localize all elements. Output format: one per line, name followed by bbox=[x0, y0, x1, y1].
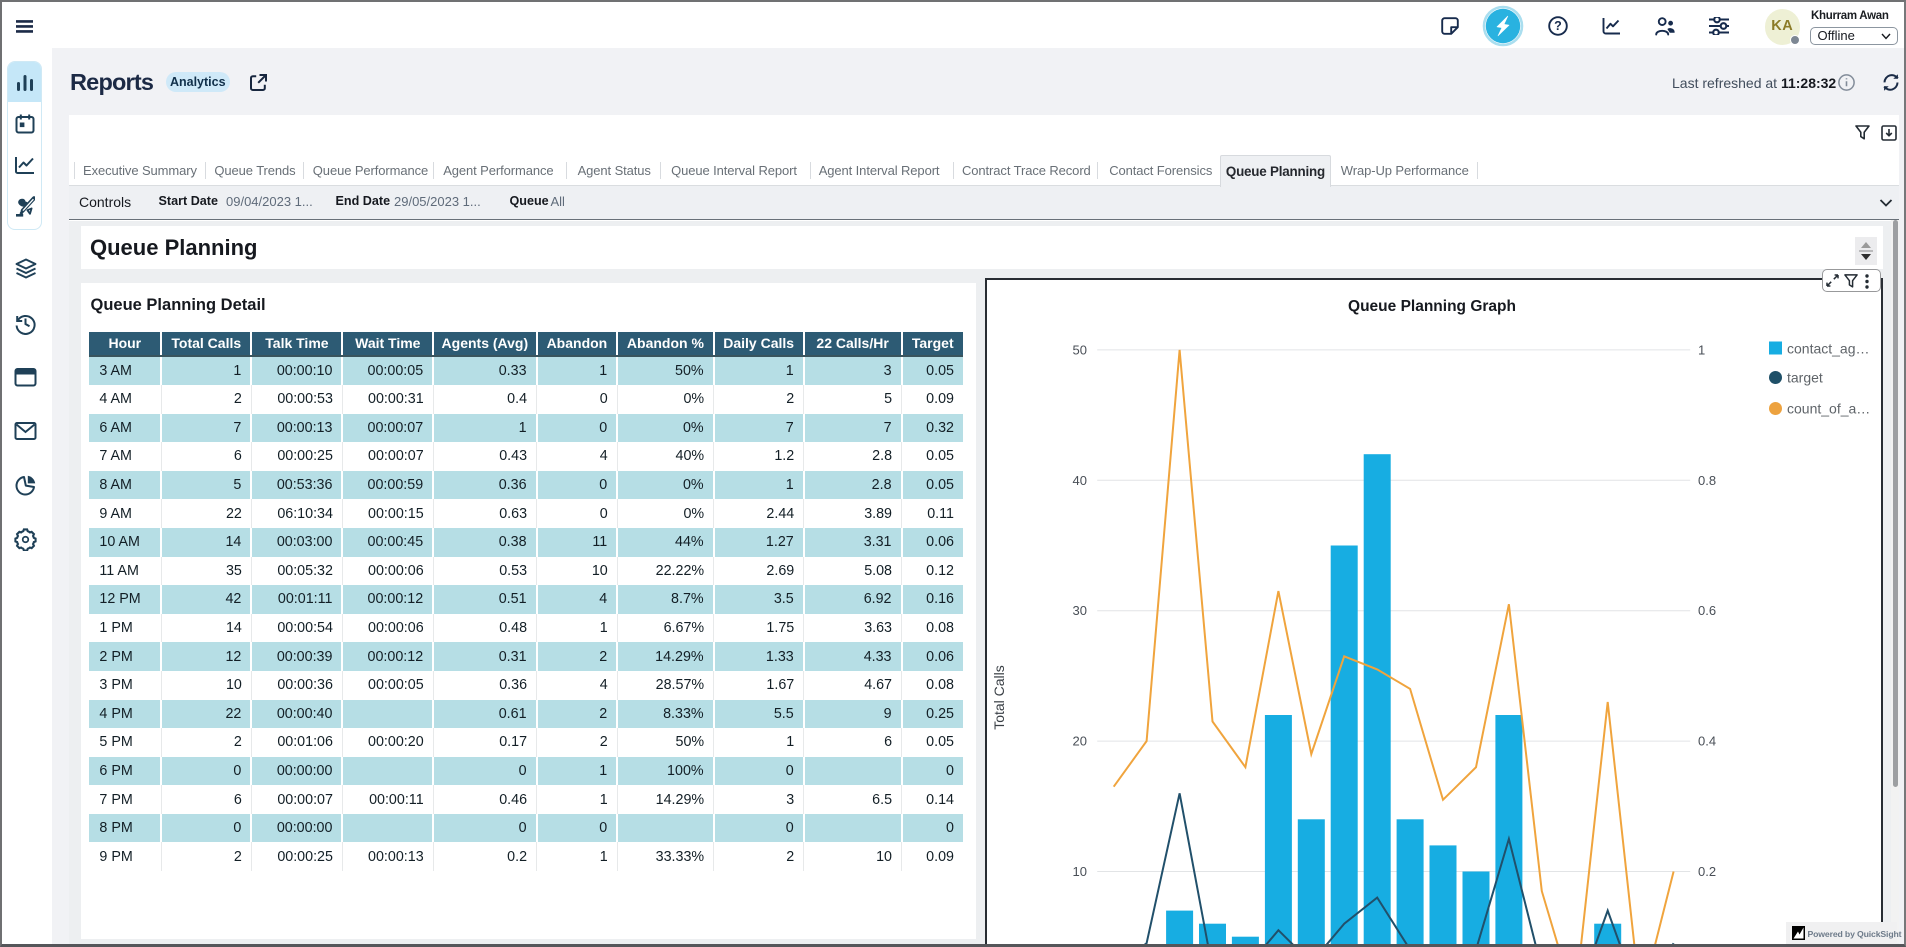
svg-text:0.4: 0.4 bbox=[1698, 733, 1716, 748]
svg-text:target: target bbox=[1787, 369, 1823, 385]
svg-text:50: 50 bbox=[1073, 342, 1087, 357]
svg-text:count_of_a…: count_of_a… bbox=[1787, 400, 1870, 416]
svg-text:40: 40 bbox=[1073, 472, 1087, 487]
svg-text:1: 1 bbox=[1698, 342, 1705, 357]
svg-text:0.6: 0.6 bbox=[1698, 603, 1716, 618]
svg-text:30: 30 bbox=[1073, 603, 1087, 618]
svg-text:Total Calls: Total Calls bbox=[991, 665, 1007, 730]
svg-text:contact_ag…: contact_ag… bbox=[1787, 340, 1870, 356]
svg-text:0.8: 0.8 bbox=[1698, 472, 1716, 487]
svg-text:?: ? bbox=[1554, 19, 1562, 33]
svg-text:0.2: 0.2 bbox=[1698, 864, 1716, 879]
svg-text:20: 20 bbox=[1073, 733, 1087, 748]
svg-text:10: 10 bbox=[1073, 864, 1087, 879]
svg-text:Queue Planning Graph: Queue Planning Graph bbox=[1348, 298, 1516, 315]
